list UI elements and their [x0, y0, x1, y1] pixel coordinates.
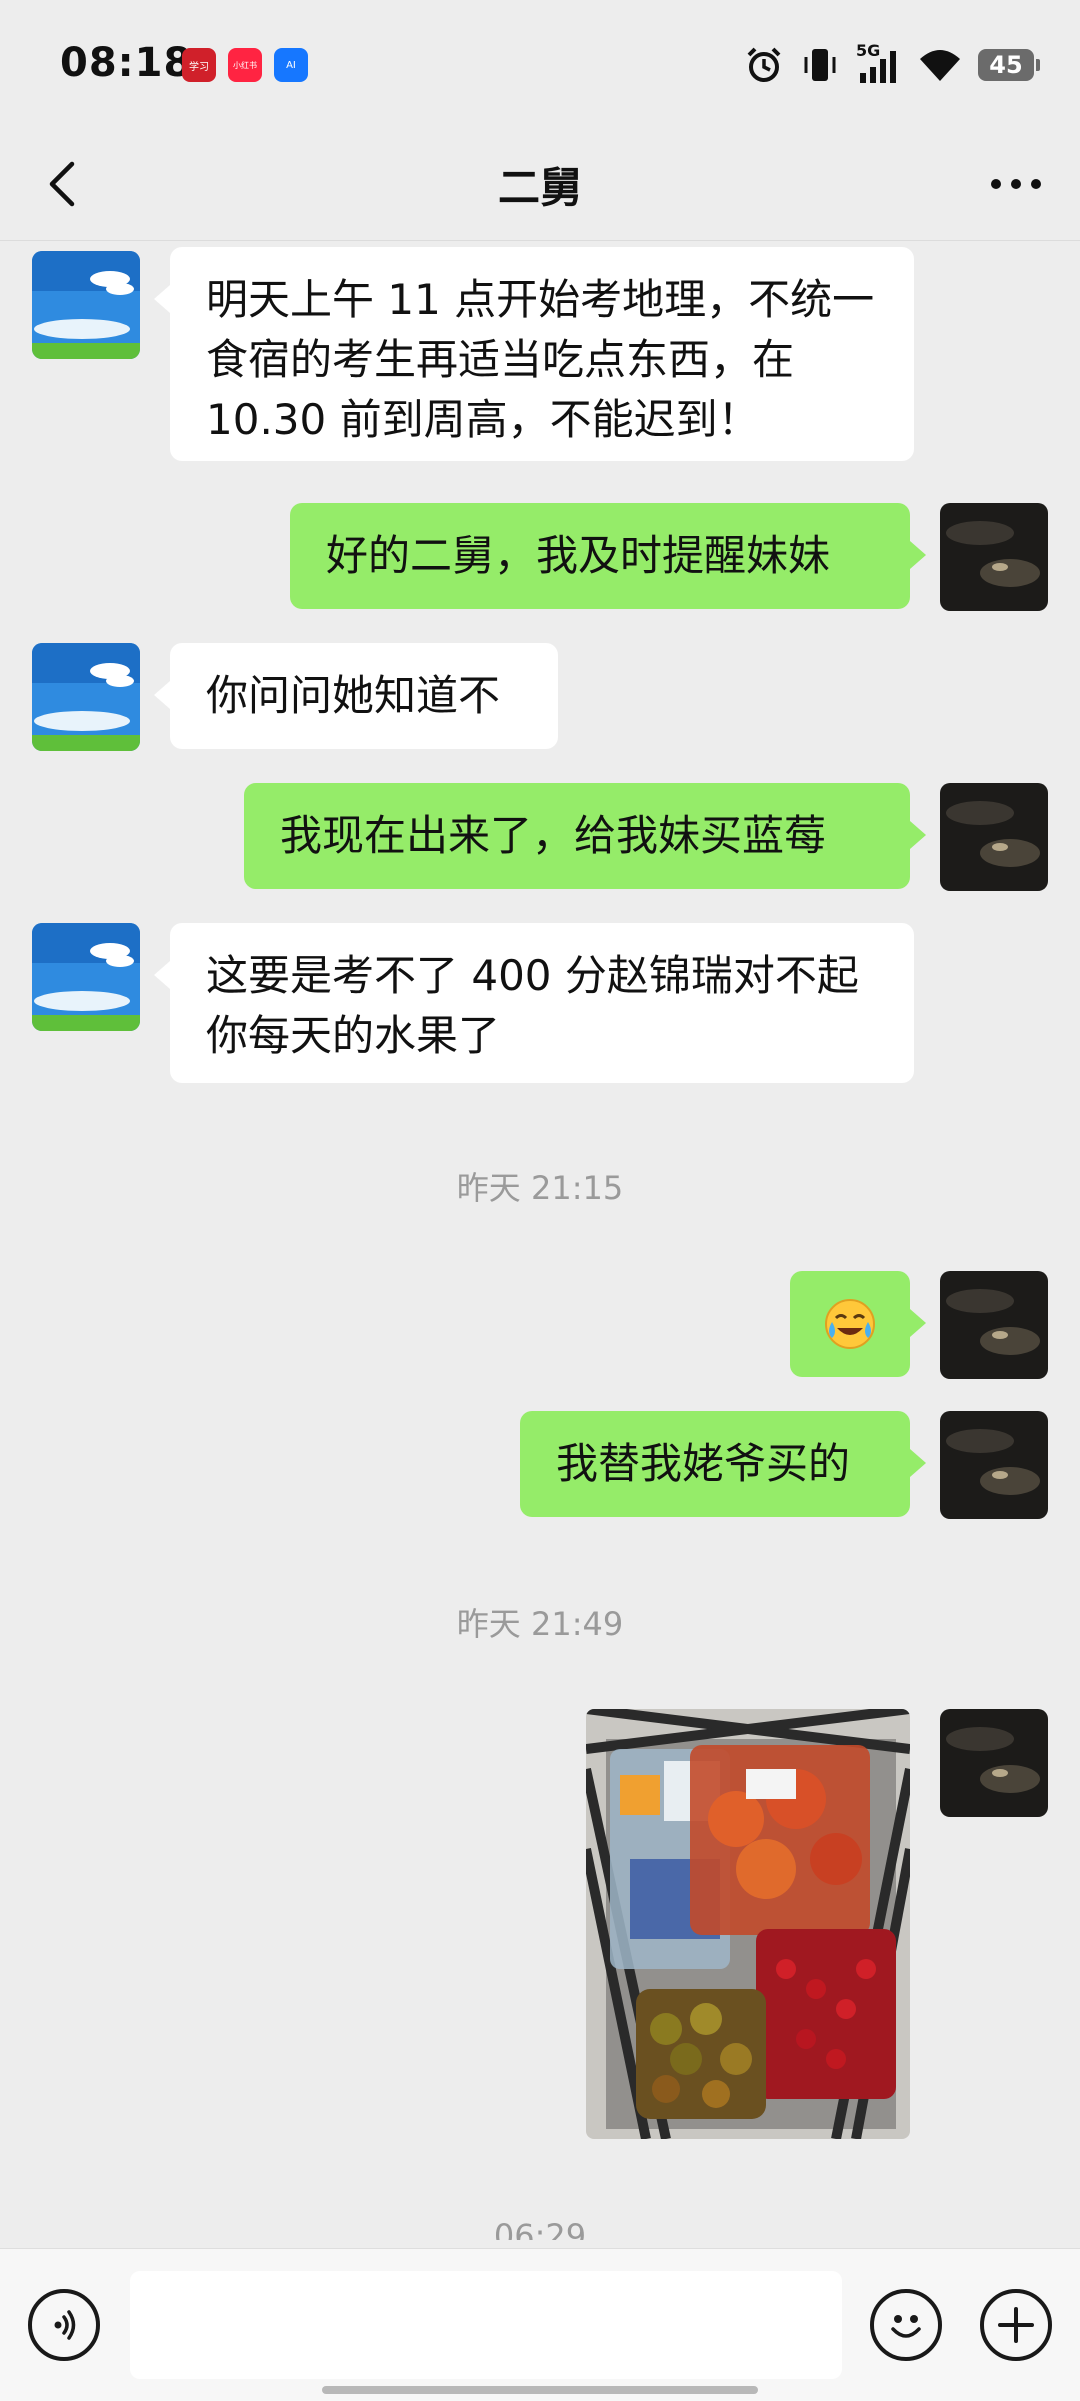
more-horizontal-icon — [991, 179, 1041, 189]
plus-icon — [998, 2307, 1034, 2343]
message-text: 这要是考不了 400 分赵锦瑞对不起你每天的水果了 — [206, 951, 859, 1060]
chat-title: 二舅 — [497, 163, 582, 212]
alarm-icon — [747, 47, 781, 82]
night-sky-avatar-icon — [940, 1411, 1048, 1519]
time-divider: 昨天 21:15 — [456, 1169, 624, 1207]
app-icon-2: 小红书 — [228, 48, 262, 82]
self-avatar[interactable] — [940, 503, 1048, 611]
signal-indicator: 5G — [856, 41, 902, 85]
status-time: 08:18 — [60, 40, 193, 86]
message-bubble[interactable]: 你问问她知道不 — [154, 643, 558, 749]
message-bubble-self[interactable]: 我替我姥爷买的 — [520, 1411, 926, 1517]
vibrate-icon — [804, 49, 836, 81]
self-avatar[interactable] — [940, 1411, 1048, 1519]
chat-header: 二舅 — [0, 130, 1080, 241]
sky-avatar-icon — [32, 251, 140, 359]
time-divider: 昨天 21:49 — [456, 1605, 624, 1643]
battery-icon: 45 — [978, 49, 1040, 81]
message-text: 明天上午 11 点开始考地理，不统一食宿的考生再适当吃点东西，在 10.30 前… — [206, 275, 875, 444]
voice-button[interactable] — [28, 2289, 100, 2361]
plus-button[interactable] — [980, 2289, 1052, 2361]
message-bubble[interactable]: 明天上午 11 点开始考地理，不统一食宿的考生再适当吃点东西，在 10.30 前… — [154, 247, 914, 461]
emoji-button[interactable] — [870, 2289, 942, 2361]
message-text: 我现在出来了，给我妹买蓝莓 — [280, 811, 827, 860]
message-bubble-self[interactable] — [790, 1271, 926, 1377]
avatar[interactable] — [32, 643, 140, 751]
message-text: 我替我姥爷买的 — [556, 1439, 851, 1488]
app-icon-3: AI — [274, 48, 308, 82]
wifi-icon — [920, 50, 960, 81]
chat-messages[interactable]: 明天上午 11 点开始考地理，不统一食宿的考生再适当吃点东西，在 10.30 前… — [0, 241, 1080, 2240]
voice-icon — [54, 2310, 76, 2340]
status-bar: 08:18 学习 小红书 AI 5G 45 — [0, 0, 1080, 130]
crying-laughing-emoji-icon — [825, 1299, 875, 1349]
message-input[interactable] — [130, 2271, 842, 2379]
message-bubble-self[interactable]: 好的二舅，我及时提醒妹妹 — [290, 503, 926, 609]
app-icon-1-label: 学习 — [189, 61, 209, 73]
self-avatar[interactable] — [940, 783, 1048, 891]
self-avatar[interactable] — [940, 1271, 1048, 1379]
message-bubble[interactable]: 这要是考不了 400 分赵锦瑞对不起你每天的水果了 — [154, 923, 914, 1083]
avatar[interactable] — [32, 251, 140, 359]
message-text: 好的二舅，我及时提醒妹妹 — [326, 531, 831, 580]
home-indicator[interactable] — [322, 2386, 758, 2394]
night-sky-avatar-icon — [940, 1271, 1048, 1379]
status-icons: 5G 45 — [744, 40, 1040, 90]
night-sky-avatar-icon — [940, 1709, 1048, 1817]
app-icon-3-label: AI — [286, 59, 296, 71]
message-bubble-self[interactable]: 我现在出来了，给我妹买蓝莓 — [244, 783, 926, 889]
more-button[interactable] — [980, 152, 1052, 216]
message-text: 你问问她知道不 — [206, 671, 501, 720]
self-avatar[interactable] — [940, 1709, 1048, 1817]
battery-level: 45 — [978, 49, 1034, 81]
avatar[interactable] — [32, 923, 140, 1031]
night-sky-avatar-icon — [940, 783, 1048, 891]
emoji-icon — [891, 2315, 921, 2338]
app-icon-2-label: 小红书 — [233, 60, 257, 70]
sky-avatar-icon — [32, 643, 140, 751]
sky-avatar-icon — [32, 923, 140, 1031]
signal-icon — [860, 51, 896, 83]
image-message[interactable] — [586, 1709, 910, 2139]
input-bar — [0, 2248, 1080, 2401]
night-sky-avatar-icon — [940, 503, 1048, 611]
time-divider: 06:29 — [493, 2217, 587, 2240]
fruit-photo-image — [586, 1709, 910, 2139]
app-icon-1: 学习 — [182, 48, 216, 82]
